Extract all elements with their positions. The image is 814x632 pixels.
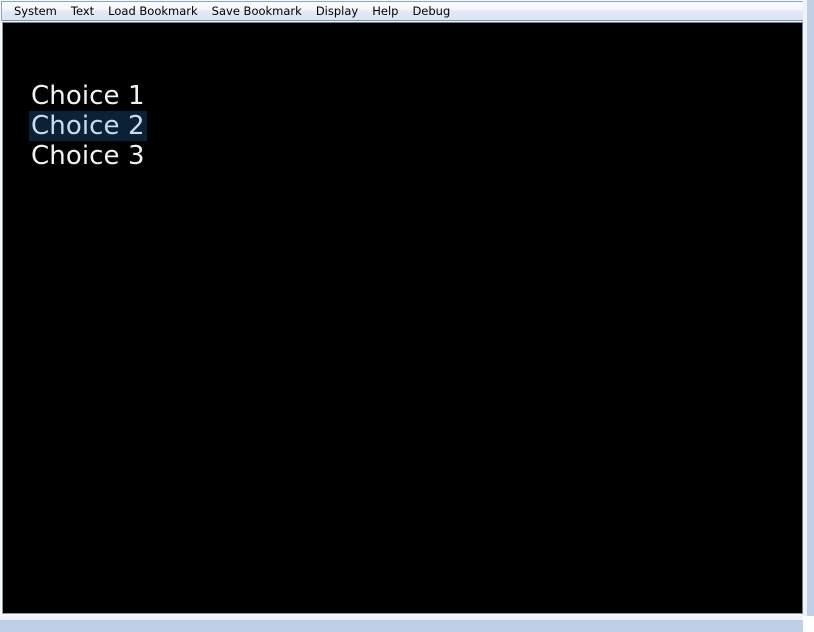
choice-list: Choice 1 Choice 2 Choice 3 [29, 81, 147, 171]
menu-item-display[interactable]: Display [309, 2, 365, 20]
menu-item-system-label: System [14, 4, 57, 18]
menu-item-load-bookmark-label: Load Bookmark [108, 4, 198, 18]
window-frame-corner-notch [803, 616, 814, 632]
menu-item-display-label: Display [315, 4, 359, 18]
choice-item-3[interactable]: Choice 3 [29, 141, 147, 171]
menu-bar: System Text Load Bookmark Save Bookmark … [1, 1, 806, 21]
window-frame-bottom-edge [0, 616, 814, 632]
menu-item-debug[interactable]: Debug [405, 2, 457, 20]
menu-item-debug-label: Debug [412, 4, 451, 18]
menu-item-load-bookmark[interactable]: Load Bookmark [101, 2, 205, 20]
window-frame-right-edge [803, 0, 814, 622]
choice-item-3-label: Choice 3 [31, 141, 145, 171]
menu-item-save-bookmark[interactable]: Save Bookmark [205, 2, 309, 20]
choice-item-2[interactable]: Choice 2 [29, 111, 147, 141]
choice-item-2-label: Choice 2 [31, 111, 145, 141]
text-canvas: Choice 1 Choice 2 Choice 3 [3, 23, 802, 613]
menu-item-help[interactable]: Help [365, 2, 405, 20]
menu-item-help-label: Help [372, 4, 399, 18]
client-area: Choice 1 Choice 2 Choice 3 [2, 22, 803, 614]
choice-item-1-label: Choice 1 [31, 81, 145, 111]
application-window: System Text Load Bookmark Save Bookmark … [0, 0, 814, 632]
menu-item-text-label: Text [70, 4, 95, 18]
choice-item-1[interactable]: Choice 1 [29, 81, 147, 111]
window-frame-right-highlight [803, 0, 807, 622]
menu-item-save-bookmark-label: Save Bookmark [211, 4, 302, 18]
window-bevel: System Text Load Bookmark Save Bookmark … [0, 0, 808, 622]
window-frame-bottom-highlight [0, 616, 808, 620]
menu-item-system[interactable]: System [7, 2, 64, 20]
menu-item-text[interactable]: Text [64, 2, 101, 20]
